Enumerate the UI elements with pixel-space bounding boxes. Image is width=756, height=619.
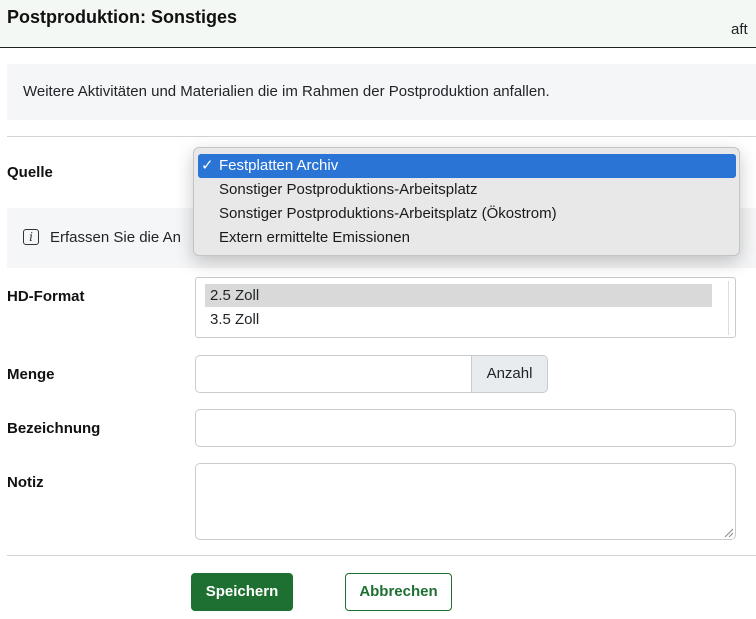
info-text: Erfassen Sie die An: [50, 229, 181, 246]
checkmark-icon: ✓: [201, 157, 214, 174]
dropdown-option-festplatten-archiv[interactable]: ✓ Festplatten Archiv: [198, 154, 736, 178]
description-box: Weitere Aktivitäten und Materialien die …: [7, 64, 756, 120]
dropdown-option-label: Sonstiger Postproduktions-Arbeitsplatz: [219, 181, 478, 198]
dropdown-option-extern[interactable]: Extern ermittelte Emissionen: [198, 226, 736, 250]
menge-input[interactable]: [195, 355, 472, 393]
dropdown-option-arbeitsplatz[interactable]: Sonstiger Postproduktions-Arbeitsplatz: [198, 178, 736, 202]
page-header: Postproduktion: Sonstiges: [0, 0, 756, 48]
notiz-label: Notiz: [7, 474, 44, 491]
hd-format-listbox[interactable]: 2.5 Zoll 3.5 Zoll: [195, 277, 736, 338]
menge-addon: Anzahl: [471, 355, 548, 393]
info-icon: i: [23, 229, 39, 245]
info-text-tail: aft: [731, 21, 748, 38]
hd-format-option-3-5[interactable]: 3.5 Zoll: [205, 308, 712, 331]
divider: [7, 555, 756, 556]
bezeichnung-input[interactable]: [195, 409, 736, 447]
menge-label: Menge: [7, 366, 55, 383]
dropdown-option-label: Sonstiger Postproduktions-Arbeitsplatz (…: [219, 205, 557, 222]
quelle-dropdown-menu[interactable]: ✓ Festplatten Archiv Sonstiger Postprodu…: [193, 147, 740, 256]
page-title: Postproduktion: Sonstiges: [7, 7, 238, 27]
hd-format-label: HD-Format: [7, 288, 85, 305]
save-button[interactable]: Speichern: [191, 573, 293, 611]
dropdown-option-arbeitsplatz-oekostrom[interactable]: Sonstiger Postproduktions-Arbeitsplatz (…: [198, 202, 736, 226]
divider: [7, 136, 756, 137]
hd-format-option-2-5[interactable]: 2.5 Zoll: [205, 284, 712, 307]
bezeichnung-label: Bezeichnung: [7, 420, 101, 437]
dropdown-option-label: Extern ermittelte Emissionen: [219, 229, 410, 246]
quelle-label: Quelle: [7, 164, 53, 181]
dropdown-option-label: Festplatten Archiv: [219, 157, 339, 174]
cancel-button[interactable]: Abbrechen: [345, 573, 452, 611]
resize-grip-icon[interactable]: [723, 527, 733, 537]
description-text: Weitere Aktivitäten und Materialien die …: [23, 83, 550, 100]
listbox-scrollbar[interactable]: [728, 281, 729, 335]
notiz-textarea[interactable]: [195, 463, 736, 540]
